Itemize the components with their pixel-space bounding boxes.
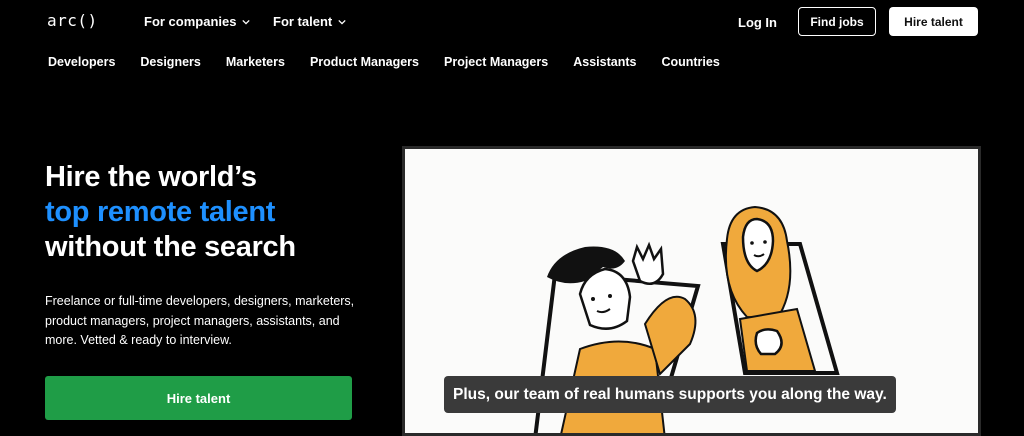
chevron-down-icon	[242, 19, 251, 25]
subnav-item-assistants[interactable]: Assistants	[573, 55, 636, 69]
subnav-item-product-managers[interactable]: Product Managers	[310, 55, 419, 69]
arc-logo[interactable]: arc()	[47, 11, 98, 30]
hire-talent-header-button[interactable]: Hire talent	[889, 7, 978, 36]
subnav-item-marketers[interactable]: Marketers	[226, 55, 285, 69]
hero-title: Hire the world’s top remote talent witho…	[45, 160, 296, 265]
category-nav: Developers Designers Marketers Product M…	[48, 55, 745, 69]
find-jobs-button[interactable]: Find jobs	[798, 7, 876, 36]
video-caption: Plus, our team of real humans supports y…	[444, 376, 896, 413]
subnav-item-countries[interactable]: Countries	[661, 55, 719, 69]
log-in-link[interactable]: Log In	[738, 15, 777, 30]
hero-title-line3: without the search	[45, 231, 296, 263]
subnav-item-developers[interactable]: Developers	[48, 55, 115, 69]
for-companies-label: For companies	[144, 14, 237, 29]
hire-talent-cta-button[interactable]: Hire talent	[45, 376, 352, 420]
subnav-item-designers[interactable]: Designers	[140, 55, 200, 69]
hero-title-highlight: top remote talent	[45, 196, 276, 228]
hero-description: Freelance or full-time developers, desig…	[45, 294, 355, 347]
for-companies-menu[interactable]: For companies	[144, 14, 251, 29]
chevron-down-icon	[338, 19, 346, 25]
for-talent-menu[interactable]: For talent	[273, 14, 346, 29]
for-talent-label: For talent	[273, 14, 333, 29]
subnav-item-project-managers[interactable]: Project Managers	[444, 55, 548, 69]
hero-title-line1: Hire the world’s	[45, 161, 257, 193]
